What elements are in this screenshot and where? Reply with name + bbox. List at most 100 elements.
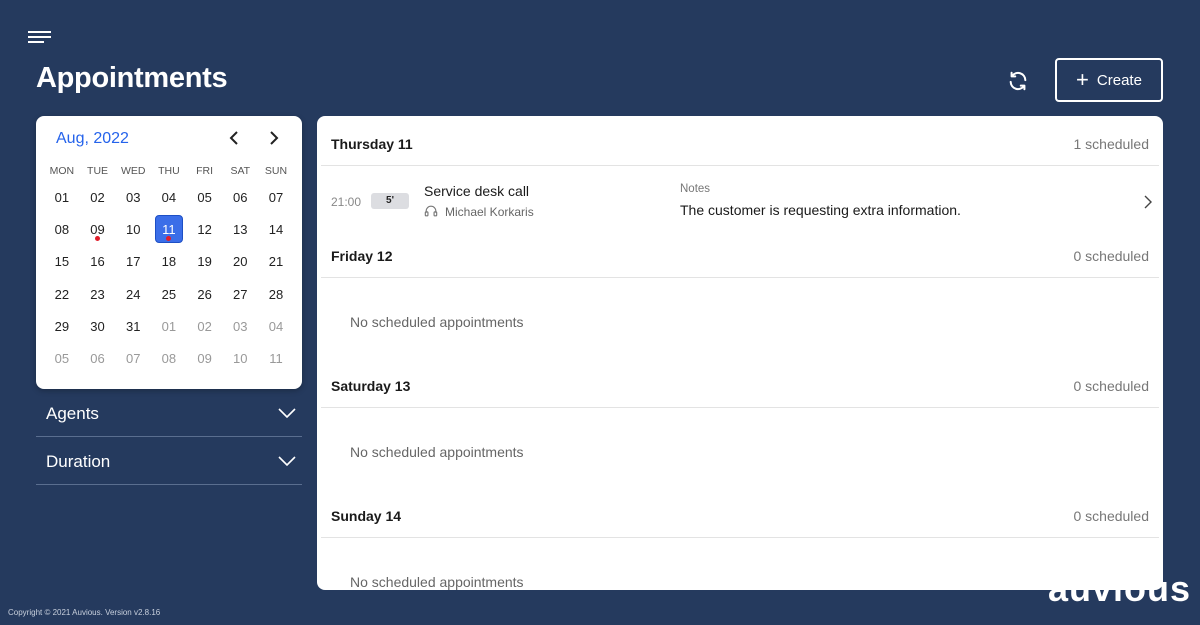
calendar-day-number: 07 (125, 350, 141, 366)
calendar-day[interactable]: 01 (151, 311, 187, 343)
calendar-day-number: 09 (197, 350, 212, 366)
calendar-day-number: 09 (90, 222, 105, 238)
calendar-grid: MON TUE WED THU FRI SAT SUN 01 02 03 04 05 06 07 08 09 1… (44, 160, 294, 375)
refresh-button[interactable] (1003, 66, 1033, 96)
calendar-day[interactable]: 05 (44, 343, 80, 375)
duration-filter[interactable]: Duration (36, 437, 302, 485)
calendar-day-number: 08 (161, 350, 177, 366)
calendar-day[interactable]: 03 (222, 311, 258, 343)
calendar-day[interactable]: 31 (115, 311, 151, 343)
divider (321, 165, 1159, 166)
calendar-day[interactable]: 23 (80, 279, 116, 311)
calendar-day[interactable]: 11 (258, 343, 294, 375)
calendar-day[interactable]: 21 (258, 246, 294, 278)
calendar-day[interactable]: 09 (187, 343, 223, 375)
day-title: Friday 12 (331, 248, 393, 264)
agents-filter[interactable]: Agents (36, 389, 302, 437)
day-header-friday: Friday 12 0 scheduled (317, 228, 1163, 278)
create-button[interactable]: + Create (1055, 58, 1163, 102)
agent-name: Michael Korkaris (445, 205, 534, 219)
calendar-day[interactable]: 18 (151, 246, 187, 278)
calendar-day[interactable]: 20 (222, 246, 258, 278)
calendar-prev-month-button[interactable] (222, 126, 246, 150)
calendar-day[interactable]: 09 (80, 214, 116, 246)
calendar-day-number: 12 (197, 222, 212, 238)
empty-state-text: No scheduled appointments (350, 444, 524, 460)
calendar-day-number: 08 (54, 222, 70, 238)
calendar-day[interactable]: 15 (44, 246, 80, 278)
calendar-day-number: 02 (90, 190, 105, 205)
appointment-row[interactable]: 21:00 5' Service desk call Michael Korka… (317, 167, 1163, 233)
calendar-day[interactable]: 14 (258, 214, 294, 246)
calendar-day[interactable]: 06 (80, 343, 116, 375)
calendar-day-number: 04 (161, 190, 177, 205)
hamburger-menu-icon[interactable] (28, 31, 52, 45)
calendar-day-number: 07 (268, 190, 284, 205)
calendar-day-number: 29 (54, 318, 70, 334)
calendar-day[interactable]: 06 (222, 182, 258, 214)
calendar-day[interactable]: 01 (44, 182, 80, 214)
calendar-day-number: 13 (233, 222, 248, 238)
calendar-day-number: 10 (233, 350, 248, 366)
calendar-day-number: 06 (90, 350, 105, 366)
calendar-day[interactable]: 24 (115, 279, 151, 311)
day-header-saturday: Saturday 13 0 scheduled (317, 358, 1163, 408)
calendar-day-number: 11 (269, 350, 283, 366)
calendar-day[interactable]: 02 (187, 311, 223, 343)
calendar-day[interactable]: 28 (258, 279, 294, 311)
calendar-day[interactable]: 27 (222, 279, 258, 311)
calendar-day-number: 01 (161, 318, 177, 334)
day-title: Thursday 11 (331, 136, 413, 152)
calendar-day[interactable]: 12 (187, 214, 223, 246)
scheduled-count: 0 scheduled (1073, 248, 1149, 264)
notes-label: Notes (680, 183, 711, 195)
calendar-day[interactable]: 03 (115, 182, 151, 214)
brand-logo: auvious (1048, 568, 1192, 609)
calendar-day[interactable]: 08 (44, 214, 80, 246)
calendar-day[interactable]: 10 (222, 343, 258, 375)
calendar-day[interactable]: 22 (44, 279, 80, 311)
appointment-marker-dot (95, 236, 101, 242)
calendar-day-number: 27 (233, 286, 248, 302)
calendar-day-number: 21 (268, 254, 284, 270)
calendar-day[interactable]: 04 (258, 311, 294, 343)
day-title: Saturday 13 (331, 378, 411, 394)
chevron-right-icon (270, 131, 279, 145)
page-title: Appointments (36, 62, 228, 94)
appointments-list-panel[interactable]: Thursday 11 1 scheduled 21:00 5' Service… (317, 116, 1163, 590)
calendar-day-number: 20 (233, 254, 248, 270)
calendar-day[interactable]: 17 (115, 246, 151, 278)
calendar-day[interactable]: 29 (44, 311, 80, 343)
calendar-day-number: 15 (54, 254, 70, 270)
headset-icon (424, 205, 438, 217)
calendar-next-month-button[interactable] (262, 126, 286, 150)
chevron-down-icon (278, 408, 296, 418)
calendar-day[interactable]: 02 (80, 182, 116, 214)
calendar-day-number: 18 (161, 254, 177, 270)
calendar-day[interactable]: 16 (80, 246, 116, 278)
calendar-day[interactable]: 19 (187, 246, 223, 278)
plus-icon: + (1076, 67, 1089, 92)
calendar-day-selected[interactable]: 11 (151, 214, 187, 246)
calendar-day-number: 23 (90, 286, 105, 302)
empty-state-text: No scheduled appointments (350, 314, 524, 330)
weekday-label: FRI (196, 165, 214, 177)
calendar-day[interactable]: 08 (151, 343, 187, 375)
calendar-day-number: 02 (197, 318, 212, 334)
calendar-day[interactable]: 07 (115, 343, 151, 375)
weekday-label: SAT (230, 165, 251, 177)
calendar-day[interactable]: 04 (151, 182, 187, 214)
calendar-day[interactable]: 07 (258, 182, 294, 214)
calendar-day[interactable]: 25 (151, 279, 187, 311)
day-header-thursday: Thursday 11 1 scheduled (317, 116, 1163, 166)
calendar-day[interactable]: 10 (115, 214, 151, 246)
calendar-day[interactable]: 13 (222, 214, 258, 246)
calendar-month-label[interactable]: Aug, 2022 (56, 130, 129, 148)
day-header-sunday: Sunday 14 0 scheduled (317, 488, 1163, 538)
calendar-day-number: 04 (268, 318, 284, 334)
calendar-day[interactable]: 05 (187, 182, 223, 214)
chevron-down-icon (278, 456, 296, 466)
calendar-day[interactable]: 26 (187, 279, 223, 311)
calendar-day[interactable]: 30 (80, 311, 116, 343)
create-button-label: Create (1096, 71, 1142, 89)
